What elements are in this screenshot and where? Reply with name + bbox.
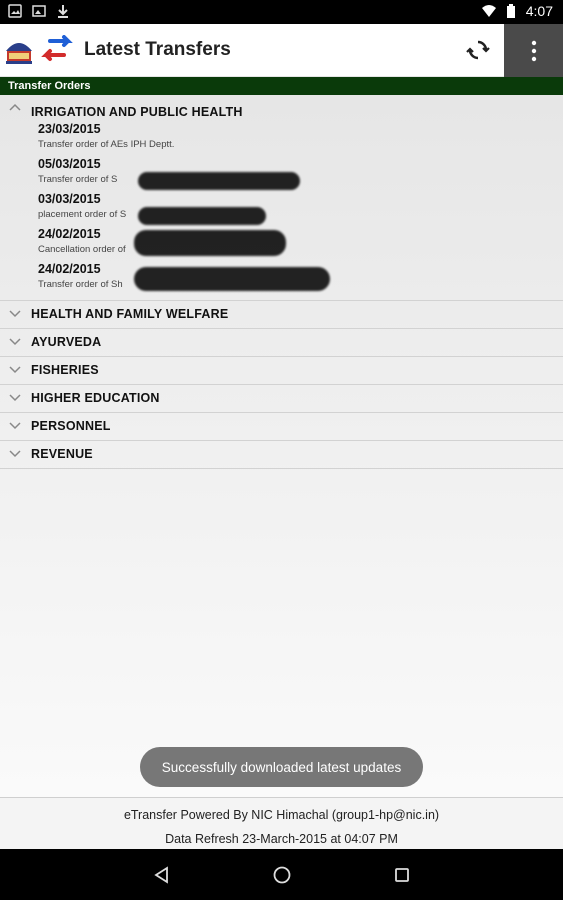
group-header[interactable]: FISHERIES xyxy=(0,357,563,384)
redaction-mark xyxy=(134,267,330,291)
group-fisheries: FISHERIES xyxy=(0,357,563,385)
footer-credit: eTransfer Powered By NIC Himachal (group… xyxy=(123,808,440,822)
group-ayurveda: AYURVEDA xyxy=(0,329,563,357)
himachal-emblem-icon xyxy=(6,43,32,64)
home-icon xyxy=(273,866,291,884)
chevron-down-icon xyxy=(9,310,21,318)
redaction-mark xyxy=(138,172,300,190)
photo-icon xyxy=(8,4,22,18)
group-title: AYURVEDA xyxy=(31,335,102,349)
back-button[interactable] xyxy=(148,861,176,889)
group-health: HEALTH AND FAMILY WELFARE xyxy=(0,301,563,329)
transfer-list: IRRIGATION AND PUBLIC HEALTH 23/03/2015 … xyxy=(0,95,563,797)
group-header[interactable]: REVENUE xyxy=(0,441,563,468)
group-title: FISHERIES xyxy=(31,363,99,377)
item-date: 24/02/2015 xyxy=(38,262,101,276)
footer-refresh-time: Data Refresh 23-March-2015 at 04:07 PM xyxy=(165,832,398,846)
group-header[interactable]: PERSONNEL xyxy=(0,413,563,440)
navigation-bar xyxy=(0,849,563,900)
battery-icon xyxy=(506,4,515,18)
group-higher-education: HIGHER EDUCATION xyxy=(0,385,563,413)
overflow-menu-icon xyxy=(531,40,536,61)
item-date: 24/02/2015 xyxy=(38,227,101,241)
item-date: 03/03/2015 xyxy=(38,192,101,206)
group-revenue: REVENUE xyxy=(0,441,563,469)
group-title: HIGHER EDUCATION xyxy=(31,391,160,405)
chevron-down-icon xyxy=(9,338,21,346)
item-desc: Transfer order of Sh xyxy=(38,279,123,290)
image-icon xyxy=(32,5,46,17)
chevron-down-icon xyxy=(9,422,21,430)
transfer-arrows-icon xyxy=(41,35,73,61)
refresh-button[interactable] xyxy=(463,35,493,65)
app-title: Latest Transfers xyxy=(84,39,231,60)
item-desc: Cancellation order of xyxy=(38,244,126,255)
list-item[interactable]: 03/03/2015 placement order of S xyxy=(38,189,563,225)
list-item[interactable]: 23/03/2015 Transfer order of AEs IPH Dep… xyxy=(38,119,563,154)
footer: eTransfer Powered By NIC Himachal (group… xyxy=(0,797,563,849)
group-title: HEALTH AND FAMILY WELFARE xyxy=(31,307,229,321)
chevron-down-icon xyxy=(9,366,21,374)
toast-message: Successfully downloaded latest updates xyxy=(140,747,423,787)
item-desc: Transfer order of S xyxy=(38,174,118,185)
group-irrigation: IRRIGATION AND PUBLIC HEALTH 23/03/2015 … xyxy=(0,95,563,301)
chevron-up-icon xyxy=(9,103,21,111)
recents-icon xyxy=(395,868,409,882)
group-header[interactable]: AYURVEDA xyxy=(0,329,563,356)
chevron-down-icon xyxy=(9,450,21,458)
overflow-menu-button[interactable] xyxy=(504,24,563,77)
redaction-mark xyxy=(134,230,286,256)
back-icon xyxy=(154,866,168,884)
list-item[interactable]: 05/03/2015 Transfer order of S xyxy=(38,154,563,190)
item-date: 23/03/2015 xyxy=(38,122,101,136)
group-header[interactable]: IRRIGATION AND PUBLIC HEALTH xyxy=(0,95,563,119)
refresh-icon xyxy=(466,40,490,60)
chevron-down-icon xyxy=(9,394,21,402)
item-desc: placement order of S xyxy=(38,209,127,220)
status-bar: 4:07 xyxy=(0,0,563,24)
redaction-mark xyxy=(138,207,266,225)
group-title: PERSONNEL xyxy=(31,419,111,433)
list-item[interactable]: 24/02/2015 Cancellation order of xyxy=(38,224,563,259)
status-time: 4:07 xyxy=(525,3,553,19)
download-icon xyxy=(58,5,68,18)
list-item[interactable]: 24/02/2015 Transfer order of Sh xyxy=(38,259,563,294)
item-desc: Transfer order of AEs IPH Deptt. xyxy=(38,139,175,150)
group-header[interactable]: HEALTH AND FAMILY WELFARE xyxy=(0,301,563,328)
home-button[interactable] xyxy=(268,861,296,889)
app-bar: Latest Transfers xyxy=(0,24,563,77)
section-header: Transfer Orders xyxy=(0,77,563,95)
item-date: 05/03/2015 xyxy=(38,157,101,171)
wifi-icon xyxy=(481,5,496,17)
group-title: REVENUE xyxy=(31,447,93,461)
recents-button[interactable] xyxy=(388,861,416,889)
group-title: IRRIGATION AND PUBLIC HEALTH xyxy=(31,105,243,119)
group-header[interactable]: HIGHER EDUCATION xyxy=(0,385,563,412)
group-personnel: PERSONNEL xyxy=(0,413,563,441)
